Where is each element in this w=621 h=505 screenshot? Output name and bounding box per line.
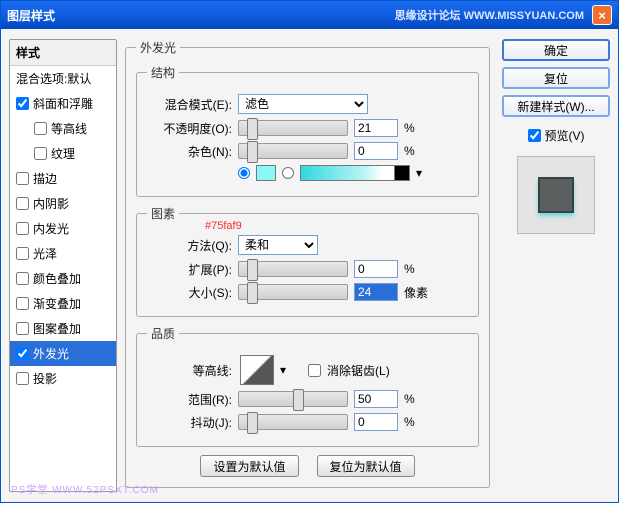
style-label: 内阴影 [33,195,69,212]
dropdown-icon[interactable]: ▾ [416,166,422,180]
style-item-5[interactable]: 内发光 [10,216,116,241]
elements-group: 图素 方法(Q): 柔和 扩展(P): % 大小(S): 24 [136,205,479,317]
options-panel: 外发光 结构 混合模式(E): 滤色 不透明度(O): % 杂色(N): [117,39,498,492]
style-checkbox[interactable] [16,347,29,360]
style-item-11[interactable]: 投影 [10,366,116,391]
styles-panel: 样式 混合选项:默认 斜面和浮雕等高线纹理描边内阴影内发光光泽颜色叠加渐变叠加图… [9,39,117,492]
opacity-slider[interactable] [238,120,348,136]
style-checkbox[interactable] [16,172,29,185]
contour-picker[interactable] [240,355,274,385]
style-checkbox[interactable] [16,97,29,110]
hex-annotation: #75faf9 [205,220,242,232]
style-item-10[interactable]: 外发光 [10,341,116,366]
footer-watermark: PS学堂 WWW.52PSXT.COM [11,481,159,496]
style-item-9[interactable]: 图案叠加 [10,316,116,341]
titlebar: 图层样式 思缘设计论坛 WWW.MISSYUAN.COM × [1,1,618,29]
ok-button[interactable]: 确定 [502,39,610,61]
noise-slider[interactable] [238,143,348,159]
style-label: 等高线 [51,120,87,137]
style-label: 投影 [33,370,57,387]
group-legend: 外发光 [136,39,180,56]
style-checkbox[interactable] [34,147,47,160]
noise-label: 杂色(N): [147,143,232,160]
style-label: 斜面和浮雕 [33,95,93,112]
opacity-input[interactable] [354,119,398,137]
size-label: 大小(S): [147,284,232,301]
style-item-4[interactable]: 内阴影 [10,191,116,216]
style-checkbox[interactable] [16,197,29,210]
size-input[interactable]: 24 [354,283,398,301]
style-item-7[interactable]: 颜色叠加 [10,266,116,291]
preview-checkbox[interactable] [528,129,541,142]
method-label: 方法(Q): [147,237,232,254]
style-item-8[interactable]: 渐变叠加 [10,291,116,316]
range-label: 范围(R): [147,391,232,408]
range-input[interactable] [354,390,398,408]
quality-group: 品质 等高线: ▾ 消除锯齿(L) 范围(R): % [136,325,479,447]
jitter-slider[interactable] [238,414,348,430]
style-checkbox[interactable] [16,272,29,285]
preview-label: 预览(V) [545,127,585,144]
color-swatch[interactable] [256,165,276,181]
color-radio[interactable] [238,167,250,179]
contour-label: 等高线: [147,362,232,379]
style-label: 图案叠加 [33,320,81,337]
blend-mode-select[interactable]: 滤色 [238,94,368,114]
preview-swatch [538,177,574,213]
style-label: 光泽 [33,245,57,262]
style-item-3[interactable]: 描边 [10,166,116,191]
dropdown-icon[interactable]: ▾ [280,363,286,377]
gradient-radio[interactable] [282,167,294,179]
antialias-checkbox[interactable] [308,364,321,377]
method-select[interactable]: 柔和 [238,235,318,255]
style-item-6[interactable]: 光泽 [10,241,116,266]
style-item-2[interactable]: 纹理 [10,141,116,166]
style-label: 纹理 [51,145,75,162]
style-checkbox[interactable] [34,122,47,135]
jitter-label: 抖动(J): [147,414,232,431]
reset-button[interactable]: 复位 [502,67,610,89]
style-checkbox[interactable] [16,297,29,310]
structure-group: 结构 混合模式(E): 滤色 不透明度(O): % 杂色(N): [136,64,479,197]
style-checkbox[interactable] [16,322,29,335]
antialias-label: 消除锯齿(L) [327,362,390,379]
range-slider[interactable] [238,391,348,407]
right-panel: 确定 复位 新建样式(W)... 预览(V) [498,39,610,492]
spread-slider[interactable] [238,261,348,277]
outer-glow-group: 外发光 结构 混合模式(E): 滤色 不透明度(O): % 杂色(N): [125,39,490,488]
blend-options[interactable]: 混合选项:默认 [10,66,116,91]
make-default-button[interactable]: 设置为默认值 [200,455,298,477]
style-label: 颜色叠加 [33,270,81,287]
spread-label: 扩展(P): [147,261,232,278]
style-checkbox[interactable] [16,222,29,235]
styles-header: 样式 [10,40,116,66]
style-checkbox[interactable] [16,372,29,385]
gradient-swatch[interactable] [300,165,410,181]
reset-default-button[interactable]: 复位为默认值 [317,455,415,477]
style-checkbox[interactable] [16,247,29,260]
style-label: 描边 [33,170,57,187]
noise-input[interactable] [354,142,398,160]
style-label: 渐变叠加 [33,295,81,312]
size-slider[interactable] [238,284,348,300]
style-label: 内发光 [33,220,69,237]
titlebar-credit: 思缘设计论坛 WWW.MISSYUAN.COM [395,7,584,23]
preview-box [517,156,595,234]
close-icon[interactable]: × [592,5,612,25]
jitter-input[interactable] [354,413,398,431]
window-title: 图层样式 [7,7,55,24]
style-item-0[interactable]: 斜面和浮雕 [10,91,116,116]
style-item-1[interactable]: 等高线 [10,116,116,141]
spread-input[interactable] [354,260,398,278]
style-label: 外发光 [33,345,69,362]
opacity-label: 不透明度(O): [147,120,232,137]
new-style-button[interactable]: 新建样式(W)... [502,95,610,117]
blend-mode-label: 混合模式(E): [147,96,232,113]
